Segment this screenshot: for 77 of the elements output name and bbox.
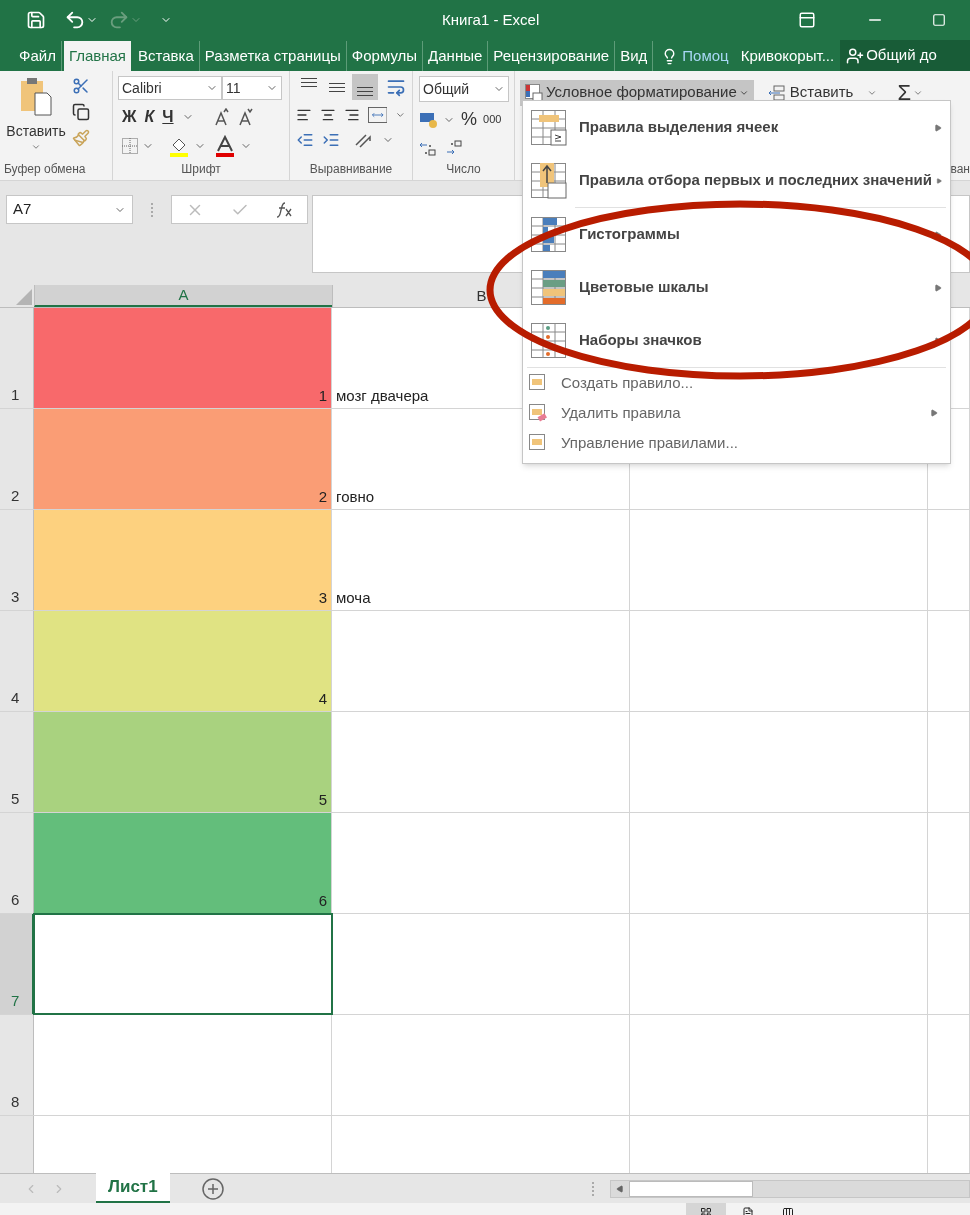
user-plus-icon [846, 46, 865, 65]
redo-icon[interactable] [108, 9, 130, 31]
name-box[interactable]: A7 [6, 195, 133, 224]
rules-icon [531, 109, 567, 146]
paste-button[interactable]: Вставить [0, 71, 72, 160]
horizontal-scrollbar[interactable] [609, 1179, 970, 1198]
increase-indent-icon[interactable] [322, 131, 340, 149]
row-header[interactable]: 7 [0, 914, 34, 1014]
cell[interactable]: моча [332, 510, 630, 610]
decrease-font-icon[interactable] [237, 108, 254, 126]
add-sheet-icon[interactable] [201, 1177, 224, 1200]
decrease-decimal-icon[interactable] [445, 139, 463, 157]
cell[interactable]: 1 [34, 308, 332, 408]
user-name[interactable]: Кривокорыт... [740, 44, 835, 68]
select-all-icon[interactable] [16, 289, 32, 305]
orientation-icon[interactable] [354, 131, 374, 149]
row-header[interactable]: 1 [0, 308, 34, 408]
font-size-field[interactable]: 11 [222, 76, 282, 100]
underline-button[interactable]: Ч [162, 105, 174, 129]
merge-cells-icon[interactable] [367, 106, 388, 124]
italic-button[interactable]: К [144, 105, 155, 129]
vertical-align-button[interactable] [352, 74, 378, 100]
menu-item[interactable]: Правила отбора первых и последних значений [523, 154, 950, 207]
row-header[interactable]: 6 [0, 813, 34, 913]
scroll-left-arrow-icon [615, 1184, 624, 1193]
cell[interactable]: 6 [34, 813, 332, 913]
row-header[interactable]: 3 [0, 510, 34, 610]
row-header[interactable]: 4 [0, 611, 34, 711]
rules-icon [531, 322, 567, 359]
cell[interactable]: 4 [34, 611, 332, 711]
column-header[interactable]: A [34, 285, 332, 307]
bold-button[interactable]: Ж [122, 105, 137, 129]
group-label: Шрифт [180, 161, 222, 178]
group-label: Число [445, 161, 482, 178]
wrap-text-icon[interactable] [386, 77, 406, 97]
rules-icon [531, 216, 567, 253]
copy-icon[interactable] [72, 103, 90, 121]
currency-icon[interactable] [419, 110, 439, 129]
restore-icon[interactable] [932, 13, 946, 27]
cell[interactable]: 2 [34, 409, 332, 509]
ribbon-tab[interactable]: Главная [63, 41, 131, 71]
decrease-indent-icon[interactable] [296, 131, 314, 149]
undo-icon[interactable] [64, 9, 86, 31]
tell-me-field[interactable]: Помоц [682, 44, 729, 68]
row-header[interactable]: 5 [0, 712, 34, 812]
row-header[interactable] [0, 1116, 34, 1173]
cut-icon[interactable] [72, 77, 90, 95]
insert-cells-icon [767, 84, 786, 101]
increase-font-icon[interactable] [213, 108, 230, 126]
font-color-icon[interactable] [214, 135, 236, 157]
rules-icon [529, 434, 547, 452]
eraser-rules-icon [529, 404, 547, 422]
font-name-field[interactable]: Calibri [118, 76, 222, 100]
sheet-tab[interactable]: Лист1 [96, 1172, 170, 1203]
rules-icon [529, 374, 547, 392]
save-icon[interactable] [26, 10, 46, 30]
group-label: ван [950, 161, 970, 178]
format-painter-icon[interactable] [72, 129, 90, 147]
number-format-field[interactable]: Общий [419, 76, 509, 102]
percent-button[interactable]: % [461, 106, 477, 133]
rules-icon [531, 269, 567, 306]
clipboard-icon [19, 77, 53, 117]
group-label: Буфер обмена [3, 161, 87, 178]
window-title: Книга1 - Excel [442, 9, 540, 30]
row-header[interactable]: 2 [0, 409, 34, 509]
group-label: Выравнивание [308, 161, 394, 178]
cell[interactable]: 5 [34, 712, 332, 812]
cell[interactable]: 3 [34, 510, 332, 610]
row-header[interactable]: 8 [0, 1015, 34, 1115]
cell[interactable] [34, 914, 332, 1014]
rules-icon [531, 162, 567, 199]
caret-icon [31, 142, 41, 152]
share-button[interactable]: Общий до [840, 40, 970, 71]
insert-function-icon[interactable] [275, 200, 294, 219]
thousands-button[interactable]: 000 [483, 111, 502, 128]
borders-icon[interactable] [122, 138, 138, 154]
ribbon-display-icon[interactable] [798, 11, 816, 29]
